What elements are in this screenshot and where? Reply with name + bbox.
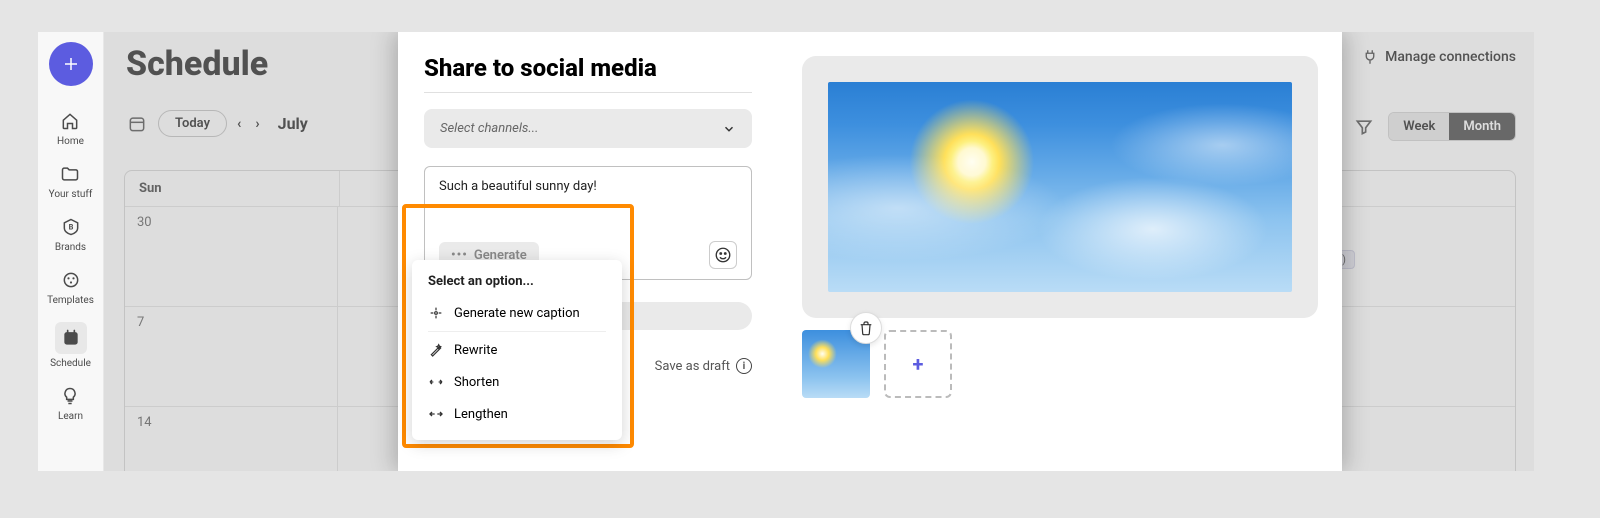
prev-arrow[interactable]: ‹ (237, 116, 241, 132)
sidebar-item-yourstuff[interactable]: Your stuff (49, 163, 93, 200)
dropdown-rewrite[interactable]: Rewrite (412, 334, 622, 366)
add-media-button[interactable]: + (884, 330, 952, 398)
wand-icon (428, 342, 444, 358)
delete-thumbnail-button[interactable] (850, 312, 882, 344)
home-icon (59, 110, 81, 132)
date-cell[interactable]: 30 (125, 207, 338, 307)
date-cell[interactable]: 7 (125, 307, 338, 407)
calendar-icon (60, 327, 82, 349)
smile-icon (714, 246, 732, 264)
plus-icon (62, 55, 80, 73)
save-draft-button[interactable]: Save as draft (655, 359, 730, 374)
templates-icon (60, 269, 82, 291)
preview-image (828, 82, 1292, 292)
nav-label: Templates (47, 295, 94, 306)
sidebar-item-home[interactable]: Home (57, 110, 84, 147)
preview-card (802, 56, 1318, 318)
filter-icon[interactable] (1354, 117, 1374, 137)
dropdown-generate-new[interactable]: Generate new caption (412, 297, 622, 329)
svg-text:B: B (68, 223, 73, 232)
sidebar-item-learn[interactable]: Learn (58, 385, 83, 422)
sparkle-icon (428, 305, 444, 321)
lightbulb-icon (59, 385, 81, 407)
brand-icon: B (60, 216, 82, 238)
view-toggle: Week Month (1388, 112, 1516, 141)
nav-label: Schedule (50, 358, 91, 369)
nav-label: Brands (55, 242, 86, 253)
today-button[interactable]: Today (158, 110, 227, 137)
calendar-mini-icon[interactable] (126, 113, 148, 135)
shorten-icon (428, 374, 444, 390)
dropdown-lengthen[interactable]: Lengthen (412, 398, 622, 430)
week-toggle[interactable]: Week (1389, 113, 1449, 140)
next-arrow[interactable]: › (255, 116, 259, 132)
folder-icon (59, 163, 81, 185)
chevron-down-icon (722, 122, 736, 136)
share-modal: Share to social media Select channels...… (398, 32, 1342, 471)
dropdown-shorten[interactable]: Shorten (412, 366, 622, 398)
nav-label: Home (57, 136, 84, 147)
emoji-button[interactable] (709, 241, 737, 269)
channel-select[interactable]: Select channels... (424, 109, 752, 148)
month-label: July (278, 114, 308, 133)
new-button[interactable] (49, 42, 93, 86)
calendar-background: Schedule Today ‹ › July New... Manage co… (104, 32, 1534, 471)
nav-label: Your stuff (49, 189, 93, 200)
generate-dropdown: Select an option... Generate new caption… (412, 260, 622, 440)
month-toggle[interactable]: Month (1449, 113, 1515, 140)
caption-text[interactable]: Such a beautiful sunny day! (439, 179, 737, 219)
trash-icon (858, 320, 874, 336)
page-title: Schedule (126, 44, 268, 84)
plug-icon (1361, 48, 1379, 66)
manage-connections-button[interactable]: Manage connections (1361, 48, 1516, 66)
lengthen-icon (428, 406, 444, 422)
dropdown-header: Select an option... (412, 270, 622, 297)
info-icon[interactable]: i (736, 358, 752, 374)
modal-title: Share to social media (424, 54, 752, 82)
left-sidebar: Home Your stuff B Brands Templates Sched… (38, 32, 104, 471)
day-header-sun: Sun (125, 171, 340, 207)
date-cell[interactable]: 14 (125, 407, 338, 471)
nav-label: Learn (58, 411, 83, 422)
sidebar-item-schedule[interactable]: Schedule (50, 322, 91, 369)
sidebar-item-templates[interactable]: Templates (47, 269, 94, 306)
sidebar-item-brands[interactable]: B Brands (55, 216, 86, 253)
